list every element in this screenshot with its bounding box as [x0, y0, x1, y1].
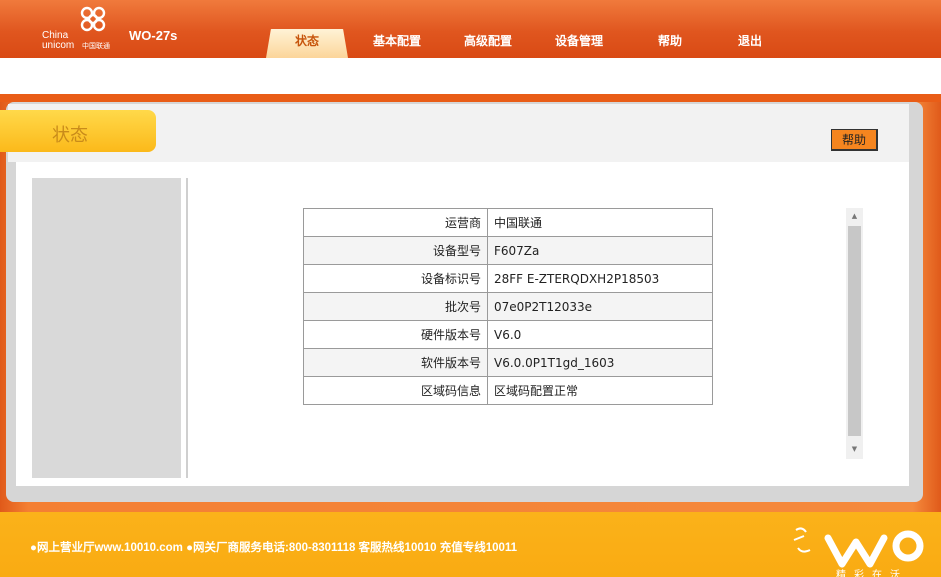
menu-divider — [186, 178, 188, 478]
nav-status[interactable]: 状态 — [266, 29, 348, 58]
status-value: V6.0 — [487, 320, 713, 349]
status-key: 硬件版本号 — [303, 320, 488, 349]
nav-basic-config[interactable]: 基本配置 — [358, 29, 436, 58]
scroll-down-icon[interactable]: ▼ — [846, 441, 863, 458]
status-key: 运营商 — [303, 208, 488, 237]
table-row: 批次号 07e0P2T12033e — [303, 292, 713, 321]
main-nav: 状态 基本配置 高级配置 设备管理 帮助 退出 — [0, 29, 941, 58]
scroll-up-icon[interactable]: ▲ — [846, 208, 863, 225]
left-menu — [32, 178, 181, 478]
table-row: 运营商 中国联通 — [303, 208, 713, 237]
status-key: 设备型号 — [303, 236, 488, 265]
status-value: V6.0.0P1T1gd_1603 — [487, 348, 713, 377]
status-value: 中国联通 — [487, 208, 713, 237]
header-divider — [0, 94, 941, 102]
help-button[interactable]: 帮助 — [831, 129, 878, 151]
sub-header-band — [0, 58, 941, 94]
status-key: 区域码信息 — [303, 376, 488, 405]
page-title-tab: 状态 — [0, 110, 156, 152]
table-row: 硬件版本号 V6.0 — [303, 320, 713, 349]
table-row: 设备型号 F607Za — [303, 236, 713, 265]
status-key: 批次号 — [303, 292, 488, 321]
footer-slogan: 精彩在沃 — [836, 570, 908, 577]
footer-contact-text: ●网上营业厅www.10010.com ●网关厂商服务电话:800-830111… — [30, 542, 518, 554]
status-key: 软件版本号 — [303, 348, 488, 377]
status-table: 运营商 中国联通 设备型号 F607Za 设备标识号 28FF E-ZTERQD… — [303, 208, 713, 405]
status-value: F607Za — [487, 236, 713, 265]
nav-device-management[interactable]: 设备管理 — [540, 29, 618, 58]
scrollbar-thumb[interactable] — [848, 226, 861, 436]
status-value: 28FF E-ZTERQDXH2P18503 — [487, 264, 713, 293]
table-row: 设备标识号 28FF E-ZTERQDXH2P18503 — [303, 264, 713, 293]
status-value: 区域码配置正常 — [487, 376, 713, 405]
nav-help[interactable]: 帮助 — [640, 29, 700, 58]
status-value: 07e0P2T12033e — [487, 292, 713, 321]
page-title: 状态 — [52, 125, 88, 146]
nav-advanced-config[interactable]: 高级配置 — [449, 29, 527, 58]
nav-logout[interactable]: 退出 — [722, 29, 778, 58]
table-row: 区域码信息 区域码配置正常 — [303, 376, 713, 405]
status-key: 设备标识号 — [303, 264, 488, 293]
table-row: 软件版本号 V6.0.0P1T1gd_1603 — [303, 348, 713, 377]
